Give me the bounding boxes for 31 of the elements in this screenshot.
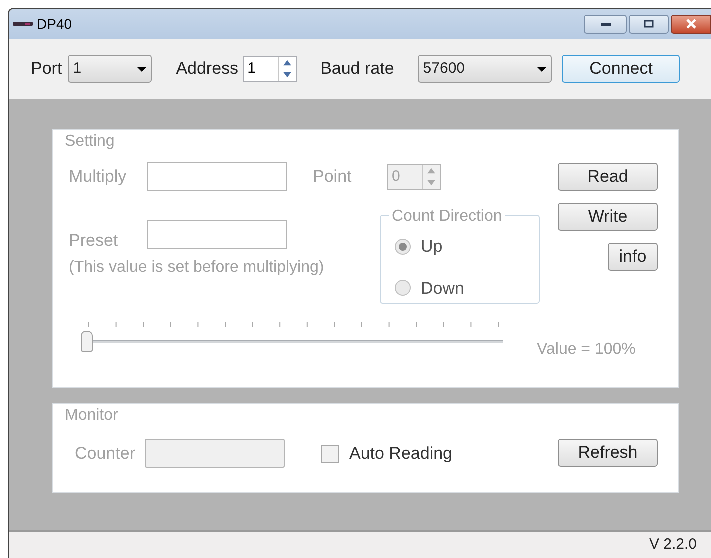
caret-icon bbox=[537, 66, 548, 72]
port-label: Port bbox=[31, 58, 62, 80]
maximize-button[interactable] bbox=[629, 14, 669, 34]
counter-label: Counter bbox=[75, 442, 136, 465]
dropdown[interactable]: 1 bbox=[68, 55, 152, 83]
slider[interactable] bbox=[81, 322, 503, 350]
slider-value: Value = 100% bbox=[537, 340, 636, 360]
address-spinner[interactable]: 1 bbox=[242, 56, 297, 82]
refresh-button[interactable]: Refresh bbox=[558, 439, 658, 467]
preset-note: (This value is set before multiplying) bbox=[69, 258, 324, 278]
radio-label: Up bbox=[421, 236, 443, 258]
minimize-icon bbox=[600, 22, 610, 26]
radio-label: Down bbox=[421, 278, 464, 300]
auto-reading-checkbox[interactable] bbox=[321, 444, 340, 462]
close-icon bbox=[686, 19, 696, 29]
caret-icon bbox=[137, 66, 148, 72]
auto-reading-label: Auto Reading bbox=[349, 442, 453, 465]
address-label: Address bbox=[176, 58, 239, 80]
window-title: DP40 bbox=[37, 14, 72, 34]
close-button[interactable] bbox=[671, 14, 711, 34]
version-text: V 2.2.0 bbox=[649, 534, 697, 555]
multiply-label: Multiply bbox=[69, 166, 128, 188]
minimize-button[interactable] bbox=[584, 14, 627, 34]
preset-field[interactable] bbox=[147, 220, 287, 250]
baud-rate-label: Baud rate bbox=[320, 58, 394, 80]
point-label: Point bbox=[313, 166, 353, 188]
dropdown[interactable]: 57600 bbox=[418, 55, 552, 83]
connect-button[interactable]: Connect bbox=[562, 55, 680, 83]
maximize-icon bbox=[644, 20, 654, 28]
preset-label: Preset bbox=[69, 230, 120, 252]
app-icon bbox=[13, 21, 33, 27]
